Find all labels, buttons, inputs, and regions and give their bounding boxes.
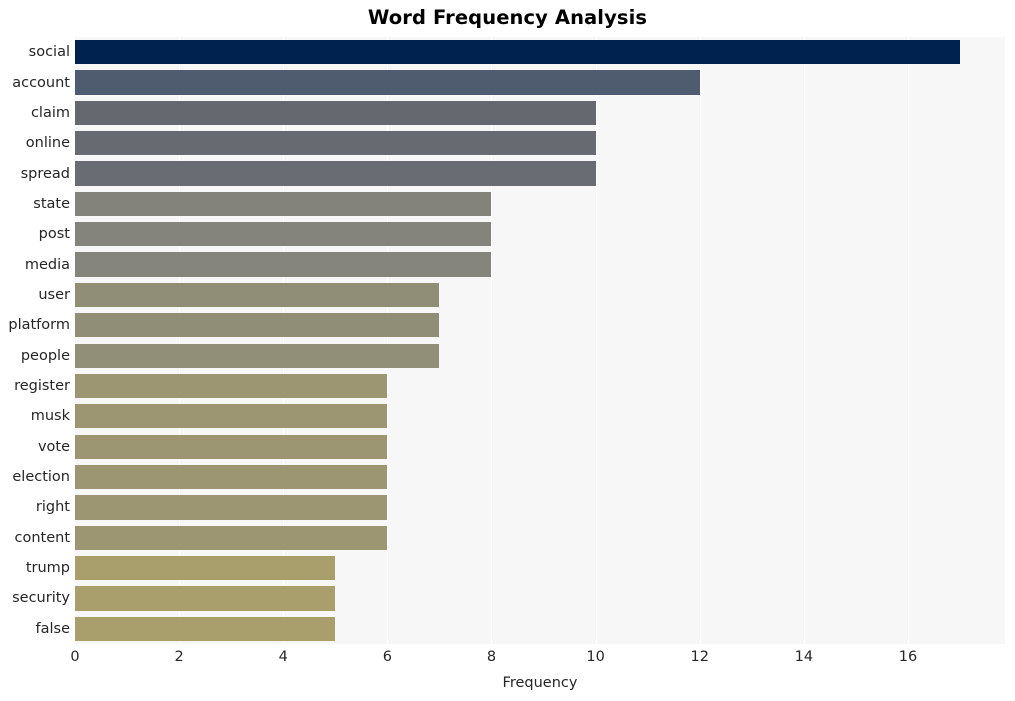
y-tick-label-spread: spread bbox=[20, 165, 70, 182]
x-axis-tick-labels: 0 2 4 6 8 10 12 14 16 bbox=[0, 649, 1015, 671]
y-tick-label-user: user bbox=[38, 286, 70, 303]
y-tick-label-post: post bbox=[38, 226, 70, 243]
bar-account[interactable] bbox=[75, 70, 700, 95]
bar-row bbox=[75, 189, 1005, 219]
x-tick-label-2: 2 bbox=[174, 649, 184, 665]
y-tick-label-vote: vote bbox=[37, 438, 70, 455]
bar-online[interactable] bbox=[75, 131, 596, 156]
bar-row bbox=[75, 341, 1005, 371]
bar-false[interactable] bbox=[75, 616, 336, 641]
y-tick-label-claim: claim bbox=[30, 104, 70, 121]
x-tick-label-12: 12 bbox=[690, 649, 709, 665]
y-tick-label-people: people bbox=[20, 347, 70, 364]
bar-claim[interactable] bbox=[75, 100, 596, 125]
x-tick-label-16: 16 bbox=[898, 649, 918, 665]
bar-row bbox=[75, 67, 1005, 97]
x-tick-label-6: 6 bbox=[382, 649, 392, 665]
x-tick-label-8: 8 bbox=[486, 649, 497, 665]
bar-row bbox=[75, 583, 1005, 613]
bar-row bbox=[75, 158, 1005, 188]
y-tick-label-content: content bbox=[14, 529, 70, 546]
y-tick-label-musk: musk bbox=[30, 408, 70, 425]
bar-platform[interactable] bbox=[75, 313, 440, 338]
bar-user[interactable] bbox=[75, 282, 440, 308]
chart-figure: Word Frequency Analysis social account cla… bbox=[0, 0, 1015, 701]
y-tick-label-social: social bbox=[28, 44, 70, 61]
x-tick-label-4: 4 bbox=[278, 649, 288, 665]
bar-row bbox=[75, 432, 1005, 462]
bar-row bbox=[75, 128, 1005, 158]
y-tick-label-right: right bbox=[35, 499, 70, 516]
page-title: Word Frequency Analysis bbox=[367, 6, 648, 29]
bar-row bbox=[75, 492, 1005, 522]
bar-row bbox=[75, 553, 1005, 583]
bar-social[interactable] bbox=[75, 40, 961, 65]
bar-vote[interactable] bbox=[75, 434, 388, 459]
bar-row bbox=[75, 37, 1005, 67]
bar-row bbox=[75, 401, 1005, 431]
bar-row bbox=[75, 310, 1005, 340]
bar-people[interactable] bbox=[75, 343, 440, 368]
bar-row bbox=[75, 614, 1005, 644]
y-tick-label-register: register bbox=[14, 378, 70, 395]
y-tick-label-platform: platform bbox=[8, 317, 70, 334]
bar-content[interactable] bbox=[75, 525, 388, 550]
bar-row bbox=[75, 219, 1005, 249]
bar-row bbox=[75, 371, 1005, 401]
bar-row bbox=[75, 523, 1005, 553]
bar-right[interactable] bbox=[75, 495, 388, 520]
y-tick-label-media: media bbox=[24, 256, 70, 273]
x-tick-label-10: 10 bbox=[586, 649, 605, 665]
x-axis-label: Frequency bbox=[502, 675, 578, 691]
bar-row bbox=[75, 462, 1005, 492]
bar-spread[interactable] bbox=[75, 161, 596, 186]
y-axis-tick-labels: social account claim online spread state post m… bbox=[0, 37, 70, 644]
bar-row bbox=[75, 98, 1005, 128]
bar-musk[interactable] bbox=[75, 404, 388, 429]
bar-security[interactable] bbox=[75, 586, 336, 611]
bar-media[interactable] bbox=[75, 252, 492, 277]
y-tick-label-trump: trump bbox=[25, 560, 70, 577]
bar-election[interactable] bbox=[75, 464, 388, 490]
y-tick-label-security: security bbox=[12, 590, 70, 607]
y-tick-label-false: false bbox=[35, 620, 71, 637]
bar-row bbox=[75, 249, 1005, 279]
y-tick-label-state: state bbox=[33, 195, 70, 212]
x-tick-label-0: 0 bbox=[70, 649, 80, 665]
x-tick-label-14: 14 bbox=[794, 649, 814, 665]
bar-post[interactable] bbox=[75, 222, 492, 247]
bar-row bbox=[75, 280, 1005, 310]
bar-register[interactable] bbox=[75, 373, 388, 399]
bar-trump[interactable] bbox=[75, 555, 336, 581]
y-tick-label-election: election bbox=[12, 469, 70, 486]
y-tick-label-account: account bbox=[12, 74, 70, 91]
bar-state[interactable] bbox=[75, 191, 492, 217]
y-tick-label-online: online bbox=[25, 135, 70, 152]
plot-area bbox=[75, 37, 1005, 644]
